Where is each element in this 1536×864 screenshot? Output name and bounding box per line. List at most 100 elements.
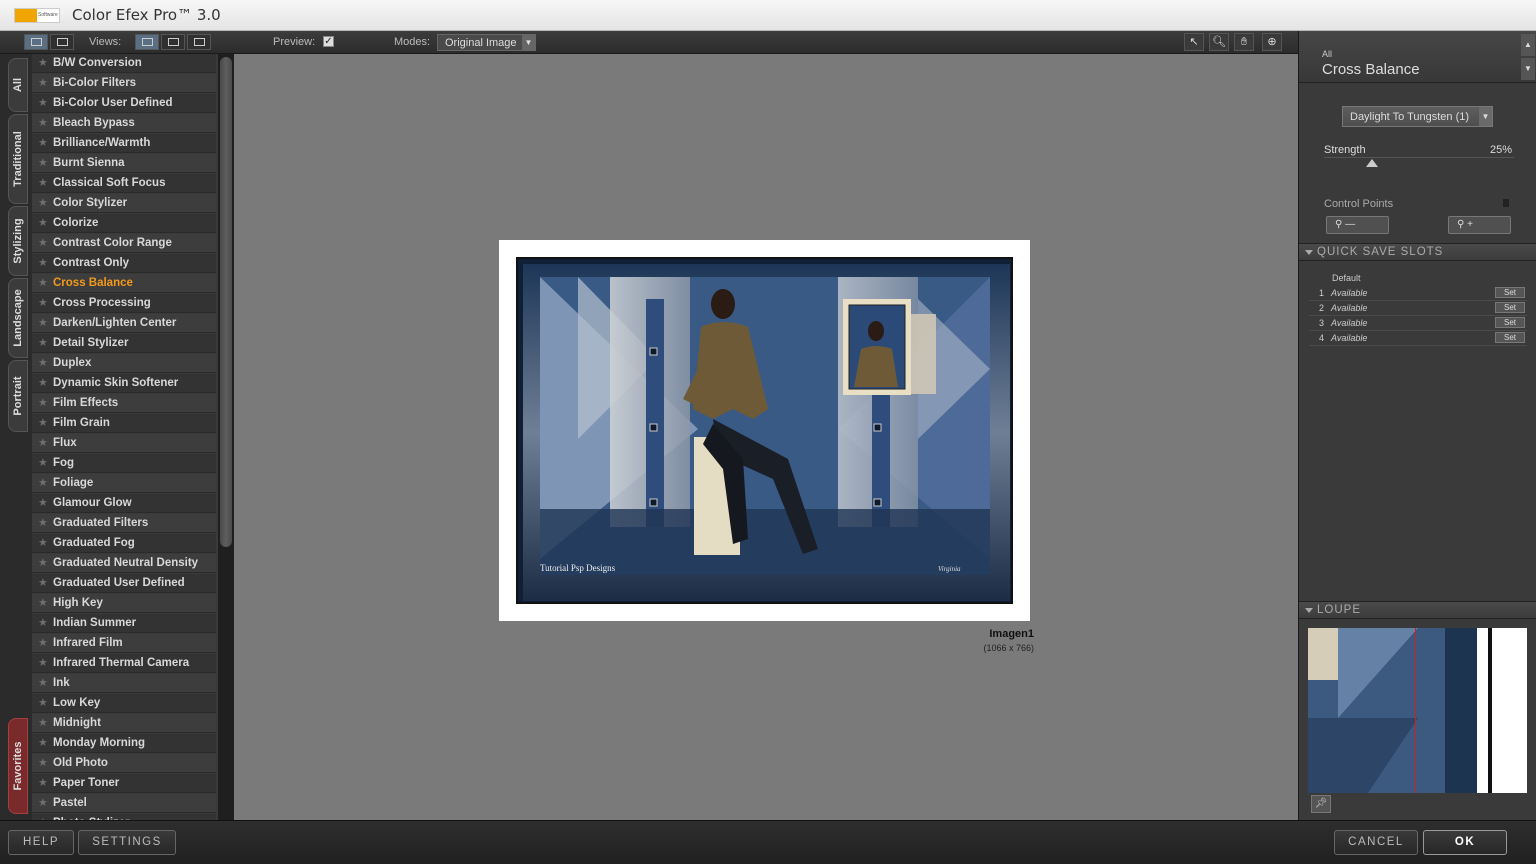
- star-icon[interactable]: ★: [38, 176, 48, 189]
- expand-arrow-icon[interactable]: [1503, 199, 1509, 207]
- star-icon[interactable]: ★: [38, 576, 48, 589]
- preset-dropdown[interactable]: Daylight To Tungsten (1) ▼: [1342, 106, 1493, 127]
- filter-list-item[interactable]: ★ Cross Balance: [32, 274, 216, 293]
- hand-tool-icon[interactable]: ✋︎: [1234, 33, 1254, 51]
- filter-list-item[interactable]: ★ Cross Processing: [32, 294, 216, 313]
- star-icon[interactable]: ★: [38, 516, 48, 529]
- filter-list-item[interactable]: ★ Bi-Color User Defined: [32, 94, 216, 113]
- tab-landscape[interactable]: Landscape: [8, 278, 28, 358]
- zoom-tool-icon[interactable]: 🔍︎: [1209, 33, 1229, 51]
- filter-list-item[interactable]: ★ Graduated User Defined: [32, 574, 216, 593]
- strength-slider-handle[interactable]: [1365, 159, 1378, 167]
- settings-button[interactable]: SETTINGS: [78, 830, 176, 855]
- star-icon[interactable]: ★: [38, 416, 48, 429]
- star-icon[interactable]: ★: [38, 356, 48, 369]
- star-icon[interactable]: ★: [38, 756, 48, 769]
- loupe-header[interactable]: LOUPE: [1299, 601, 1536, 619]
- filter-list-item[interactable]: ★ Foliage: [32, 474, 216, 493]
- list-view-button[interactable]: [50, 34, 74, 50]
- filter-list-item[interactable]: ★ Graduated Fog: [32, 534, 216, 553]
- filter-list-item[interactable]: ★ Infrared Thermal Camera: [32, 654, 216, 673]
- star-icon[interactable]: ★: [38, 256, 48, 269]
- star-icon[interactable]: ★: [38, 96, 48, 109]
- star-icon[interactable]: ★: [38, 376, 48, 389]
- pin-icon[interactable]: 📌︎: [1311, 795, 1331, 813]
- chevron-down-icon[interactable]: ▼: [1521, 58, 1535, 80]
- star-icon[interactable]: ★: [38, 216, 48, 229]
- star-icon[interactable]: ★: [38, 476, 48, 489]
- filter-list-item[interactable]: ★ Old Photo: [32, 754, 216, 773]
- single-view-button[interactable]: [135, 34, 159, 50]
- control-point-tool-icon[interactable]: ⊕: [1262, 33, 1282, 51]
- star-icon[interactable]: ★: [38, 56, 48, 69]
- filter-list-item[interactable]: ★ Bi-Color Filters: [32, 74, 216, 93]
- filter-list-item[interactable]: ★ Burnt Sienna: [32, 154, 216, 173]
- filter-list-item[interactable]: ★ Midnight: [32, 714, 216, 733]
- split-view-button[interactable]: [161, 34, 185, 50]
- set-slot-button[interactable]: Set: [1495, 302, 1525, 313]
- star-icon[interactable]: ★: [38, 396, 48, 409]
- filter-list-item[interactable]: ★ Duplex: [32, 354, 216, 373]
- filter-list-item[interactable]: ★ Contrast Only: [32, 254, 216, 273]
- filter-list-item[interactable]: ★ Detail Stylizer: [32, 334, 216, 353]
- star-icon[interactable]: ★: [38, 696, 48, 709]
- filter-list-item[interactable]: ★ Darken/Lighten Center: [32, 314, 216, 333]
- filter-list-item[interactable]: ★ Bleach Bypass: [32, 114, 216, 133]
- side-by-side-view-button[interactable]: [187, 34, 211, 50]
- pointer-tool-icon[interactable]: ↖: [1184, 33, 1204, 51]
- filter-list-item[interactable]: ★ B/W Conversion: [32, 54, 216, 73]
- filter-list-item[interactable]: ★ Classical Soft Focus: [32, 174, 216, 193]
- filter-list-item[interactable]: ★ Paper Toner: [32, 774, 216, 793]
- star-icon[interactable]: ★: [38, 656, 48, 669]
- star-icon[interactable]: ★: [38, 156, 48, 169]
- star-icon[interactable]: ★: [38, 316, 48, 329]
- star-icon[interactable]: ★: [38, 496, 48, 509]
- star-icon[interactable]: ★: [38, 596, 48, 609]
- add-control-point-button[interactable]: ⚲ +: [1448, 216, 1511, 234]
- tab-favorites[interactable]: Favorites: [8, 718, 28, 814]
- filter-list-item[interactable]: ★ Low Key: [32, 694, 216, 713]
- set-slot-button[interactable]: Set: [1495, 332, 1525, 343]
- cancel-button[interactable]: CANCEL: [1334, 830, 1418, 855]
- help-button[interactable]: HELP: [8, 830, 74, 855]
- quick-save-header[interactable]: QUICK SAVE SLOTS: [1299, 243, 1536, 261]
- filter-list-item[interactable]: ★ Film Grain: [32, 414, 216, 433]
- filter-list-item[interactable]: ★ Glamour Glow: [32, 494, 216, 513]
- filter-list-item[interactable]: ★ Film Effects: [32, 394, 216, 413]
- set-slot-button[interactable]: Set: [1495, 287, 1525, 298]
- star-icon[interactable]: ★: [38, 736, 48, 749]
- ok-button[interactable]: OK: [1423, 830, 1507, 855]
- filter-list-item[interactable]: ★ Contrast Color Range: [32, 234, 216, 253]
- tab-traditional[interactable]: Traditional: [8, 114, 28, 204]
- tab-portrait[interactable]: Portrait: [8, 360, 28, 432]
- star-icon[interactable]: ★: [38, 776, 48, 789]
- star-icon[interactable]: ★: [38, 636, 48, 649]
- preview-checkbox[interactable]: ✓: [323, 36, 334, 47]
- preview-canvas[interactable]: Tutorial Psp Designs Virginia Imagen1 (1…: [234, 54, 1298, 820]
- star-icon[interactable]: ★: [38, 436, 48, 449]
- filter-list-item[interactable]: ★ Dynamic Skin Softener: [32, 374, 216, 393]
- filter-list-item[interactable]: ★ Brilliance/Warmth: [32, 134, 216, 153]
- filter-list-item[interactable]: ★ Color Stylizer: [32, 194, 216, 213]
- strength-slider-track[interactable]: [1324, 157, 1514, 158]
- star-icon[interactable]: ★: [38, 716, 48, 729]
- star-icon[interactable]: ★: [38, 196, 48, 209]
- filter-list-item[interactable]: ★ Fog: [32, 454, 216, 473]
- image-view-button[interactable]: [24, 34, 48, 50]
- filter-list-item[interactable]: ★ Colorize: [32, 214, 216, 233]
- chevron-up-icon[interactable]: ▲: [1521, 34, 1535, 56]
- filter-list-item[interactable]: ★ Graduated Neutral Density: [32, 554, 216, 573]
- filter-list-item[interactable]: ★ Graduated Filters: [32, 514, 216, 533]
- star-icon[interactable]: ★: [38, 236, 48, 249]
- tab-stylizing[interactable]: Stylizing: [8, 206, 28, 276]
- remove-control-point-button[interactable]: ⚲ —: [1326, 216, 1389, 234]
- set-slot-button[interactable]: Set: [1495, 317, 1525, 328]
- filter-list-item[interactable]: ★ Indian Summer: [32, 614, 216, 633]
- filter-list-item[interactable]: ★ Infrared Film: [32, 634, 216, 653]
- filter-list-scrollbar[interactable]: [218, 54, 234, 820]
- filter-list-item[interactable]: ★ Pastel: [32, 794, 216, 813]
- filter-list-item[interactable]: ★ High Key: [32, 594, 216, 613]
- star-icon[interactable]: ★: [38, 116, 48, 129]
- filter-list-item[interactable]: ★ Ink: [32, 674, 216, 693]
- star-icon[interactable]: ★: [38, 456, 48, 469]
